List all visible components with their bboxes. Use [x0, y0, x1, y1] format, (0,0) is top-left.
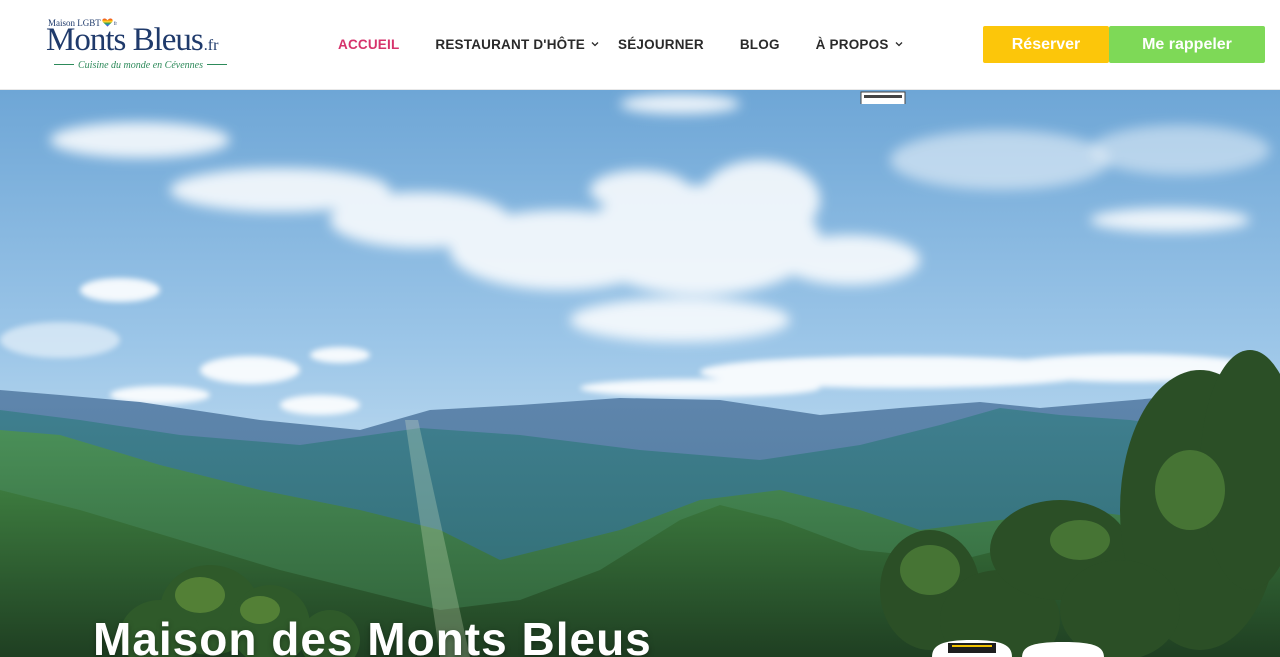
nav-item-label: ACCUEIL [338, 36, 400, 52]
nav-item-label: BLOG [739, 36, 780, 52]
chevron-down-icon [895, 42, 902, 47]
hero-landscape-image [0, 90, 1280, 657]
nav-item-label: SÉJOURNER [618, 36, 704, 52]
logo-tagline: Cuisine du monde en Cévennes [50, 60, 231, 71]
award-badge-1 [860, 91, 906, 104]
logo-tld: .fr [203, 37, 219, 54]
site-header: Maison LGBT fr Monts Bleus.fr Cuisine du… [0, 0, 1280, 90]
hero-title: Maison des Monts Bleus [93, 613, 652, 657]
site-logo[interactable]: Maison LGBT fr Monts Bleus.fr Cuisine du… [46, 16, 246, 76]
award-badge-3 [1022, 642, 1104, 657]
reserver-button[interactable]: Réserver [983, 26, 1109, 63]
nav-item-blog[interactable]: BLOG [740, 34, 780, 54]
logo-wordmark: Monts Bleus.fr [46, 24, 218, 57]
nav-item-a-propos[interactable]: À PROPOS [816, 34, 903, 54]
nav-item-sejourner[interactable]: SÉJOURNER [618, 34, 704, 54]
chevron-down-icon [591, 42, 599, 47]
me-rappeler-button[interactable]: Me rappeler [1109, 26, 1265, 63]
nav-item-restaurant[interactable]: RESTAURANT D'HÔTE [435, 34, 599, 54]
award-badge-2 [932, 640, 1012, 657]
nav-item-label: À PROPOS [815, 36, 889, 52]
logo-main-text: Monts Bleus [46, 22, 204, 58]
nav-item-accueil[interactable]: ACCUEIL [338, 34, 399, 54]
main-nav: ACCUEIL RESTAURANT D'HÔTE SÉJOURNER BLOG… [338, 34, 903, 54]
hero-section: Maison des Monts Bleus [0, 90, 1280, 657]
nav-item-label: RESTAURANT D'HÔTE [435, 36, 586, 52]
